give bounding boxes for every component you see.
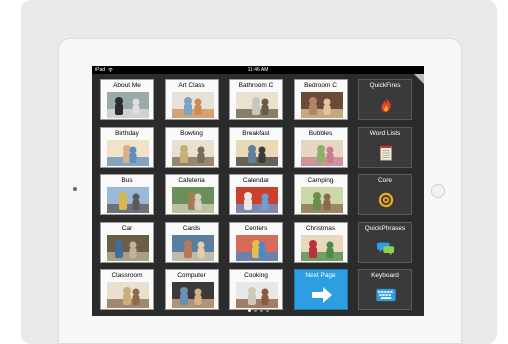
tile-label: Bedroom C — [304, 82, 337, 89]
tile-label: QuickFires — [369, 82, 401, 89]
tile-label: Birthday — [115, 129, 139, 137]
tile-photo — [171, 139, 214, 166]
tile-next-page[interactable]: Next Page — [293, 269, 348, 310]
tile-keyboard[interactable]: Keyboard — [358, 269, 412, 310]
tile-label: Car — [121, 224, 133, 232]
tile-centers[interactable]: Centers — [229, 221, 283, 263]
tile-photo — [107, 92, 149, 118]
tile-label: Bubbles — [308, 129, 333, 137]
notepad-icon — [365, 140, 407, 166]
tile-photo — [236, 282, 278, 308]
tile-quickphrases[interactable]: QuickPhrases — [358, 221, 412, 263]
tile-label: Keyboard — [371, 272, 399, 279]
app-screen: iPad 11:46 AM About Me Art Class Bathroom … — [92, 66, 424, 316]
tile-label: Classroom — [111, 272, 143, 279]
home-button[interactable] — [431, 184, 445, 198]
tile-photo — [107, 187, 149, 213]
tile-photo — [236, 234, 278, 261]
tile-quickfires[interactable]: QuickFires — [358, 79, 412, 120]
tile-photo — [236, 187, 278, 213]
tile-photo — [236, 139, 278, 166]
tile-label: Camping — [307, 177, 334, 184]
tile-cooking[interactable]: Cooking — [229, 269, 283, 310]
tile-bus[interactable]: Bus — [100, 174, 154, 215]
tile-photo — [171, 282, 214, 308]
tile-label: Art Class — [178, 82, 205, 89]
tile-bowling[interactable]: Bowling — [164, 126, 219, 168]
tile-label: Bowling — [180, 129, 203, 137]
tile-core[interactable]: Core — [358, 174, 412, 215]
tile-about-me[interactable]: About Me — [100, 79, 154, 120]
tile-classroom[interactable]: Classroom — [100, 269, 154, 310]
tile-label: About Me — [113, 82, 141, 89]
keyboard-icon — [365, 282, 407, 308]
tile-bathroom-c[interactable]: Bathroom C — [229, 79, 283, 120]
speech-bubbles-icon — [365, 235, 407, 261]
vocabulary-grid: About Me Art Class Bathroom C Bedroom C Quic… — [100, 79, 416, 310]
tile-label: Centers — [244, 224, 268, 232]
page-dot[interactable] — [265, 309, 269, 312]
product-photo: iPad 11:46 AM About Me Art Class Bathroom … — [0, 0, 508, 344]
tile-label: Core — [377, 177, 393, 184]
tile-photo — [300, 234, 343, 261]
arrow-right-icon — [301, 282, 343, 308]
tile-label: Cooking — [244, 272, 268, 279]
camera-dot — [73, 187, 77, 191]
tile-photo — [107, 234, 149, 261]
tile-photo — [107, 139, 149, 166]
tile-bedroom-c[interactable]: Bedroom C — [293, 79, 348, 120]
tile-label: Cards — [182, 224, 201, 232]
tile-label: Bathroom C — [238, 82, 274, 89]
tile-photo — [171, 92, 214, 118]
page-dot[interactable] — [259, 309, 263, 312]
tile-birthday[interactable]: Birthday — [100, 126, 154, 168]
tile-photo — [300, 139, 343, 166]
tile-breakfast[interactable]: Breakfast — [229, 126, 283, 168]
tile-label: Calendar — [242, 177, 270, 184]
tile-cafeteria[interactable]: Cafeteria — [164, 174, 219, 215]
status-time: 11:46 AM — [247, 67, 269, 73]
tile-label: Christmas — [305, 224, 336, 232]
tile-label: Word Lists — [369, 129, 401, 137]
tile-photo — [300, 187, 343, 213]
tile-label: Next Page — [305, 272, 336, 279]
tile-cards[interactable]: Cards — [164, 221, 219, 263]
tile-calendar[interactable]: Calendar — [229, 174, 283, 215]
tile-photo — [236, 92, 278, 118]
tile-bubbles[interactable]: Bubbles — [293, 126, 348, 168]
tile-label: Cafeteria — [178, 177, 205, 184]
tile-car[interactable]: Car — [100, 221, 154, 263]
tile-label: Computer — [177, 272, 206, 279]
tile-christmas[interactable]: Christmas — [293, 221, 348, 263]
tile-label: QuickPhrases — [364, 224, 406, 232]
tile-photo — [171, 187, 214, 213]
tile-word-lists[interactable]: Word Lists — [358, 126, 412, 168]
tile-label: Bus — [121, 177, 133, 184]
tile-photo — [107, 282, 149, 308]
page-dot[interactable] — [247, 309, 251, 312]
tile-photo — [300, 92, 343, 118]
tile-label: Breakfast — [242, 129, 270, 137]
status-bar: iPad 11:46 AM — [92, 66, 424, 74]
tile-computer[interactable]: Computer — [164, 269, 219, 310]
tile-camping[interactable]: Camping — [293, 174, 348, 215]
tile-photo — [171, 234, 214, 261]
page-dot[interactable] — [253, 309, 257, 312]
fire-icon — [365, 92, 407, 118]
tile-art-class[interactable]: Art Class — [164, 79, 219, 120]
page-indicator — [92, 309, 424, 315]
target-icon — [365, 187, 407, 213]
